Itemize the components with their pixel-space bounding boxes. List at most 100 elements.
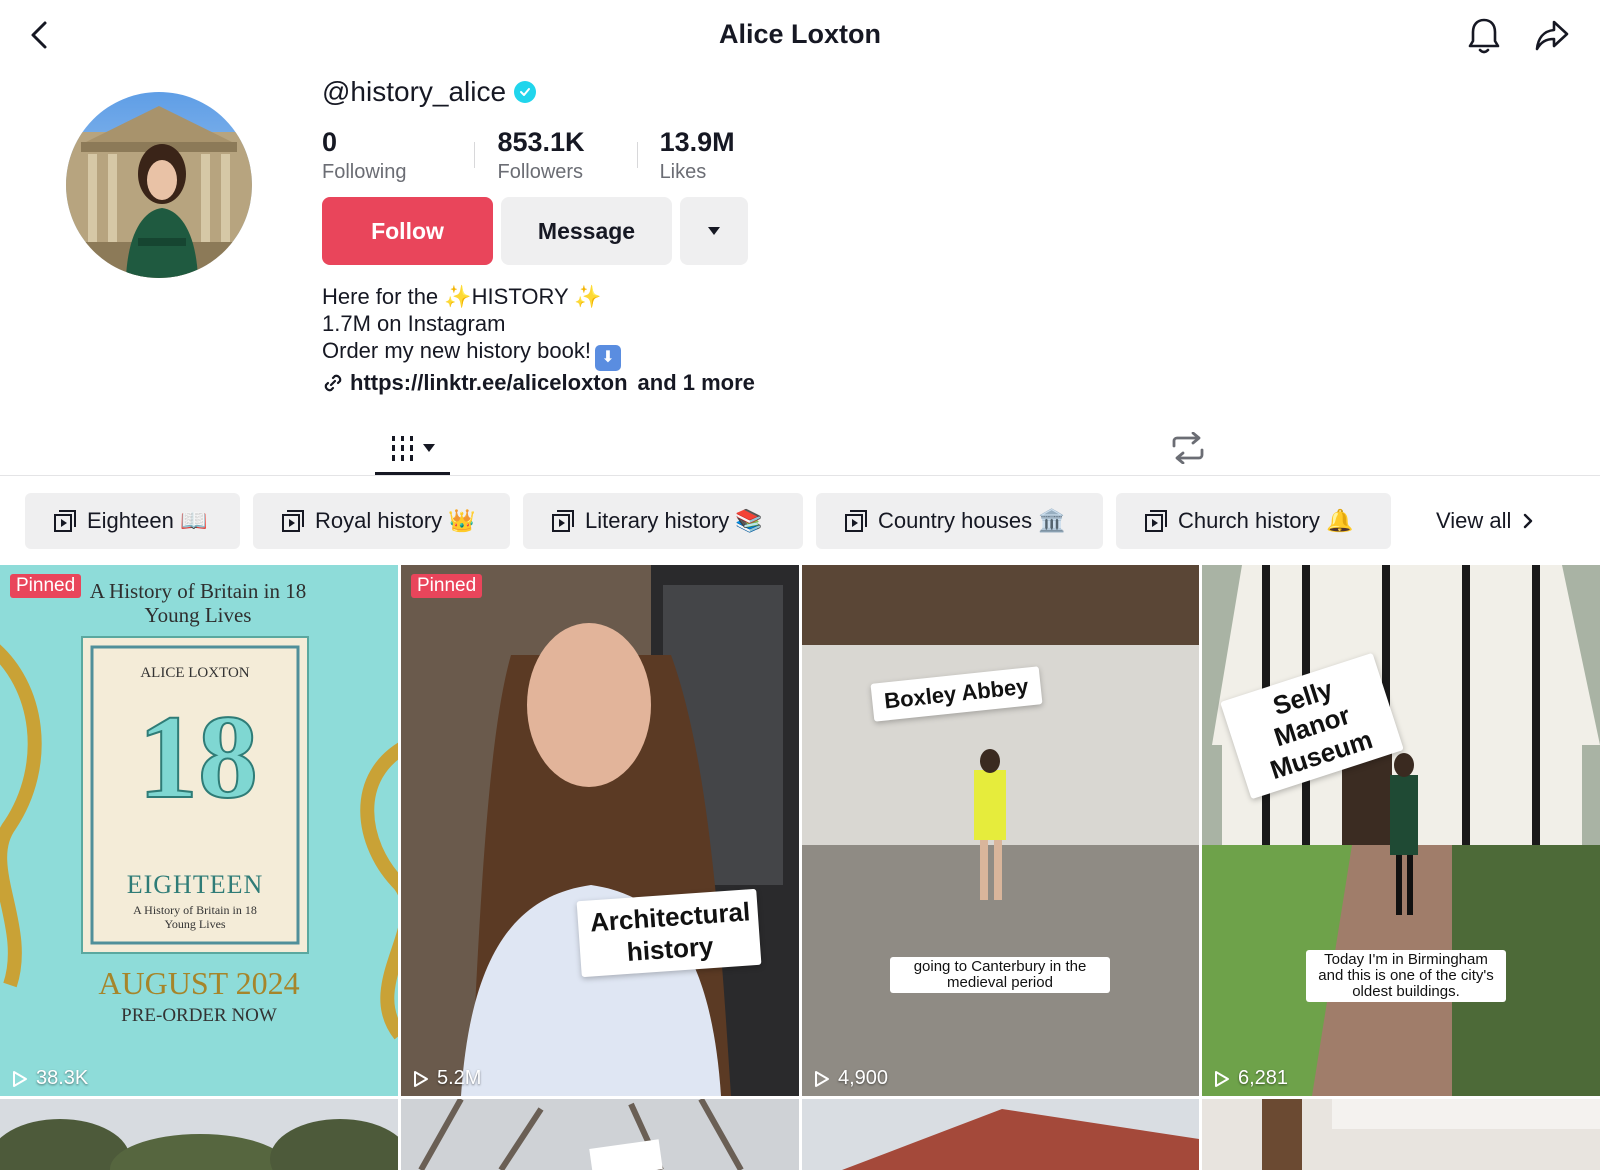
profile-actions: Follow Message [322, 197, 748, 265]
svg-text:18: 18 [138, 690, 258, 823]
video-overlay-title: A History of Britain in 18 Young Lives [89, 579, 307, 627]
avatar-photo [66, 92, 252, 278]
video-thumbnail [401, 565, 799, 1096]
video-tile[interactable] [401, 1099, 799, 1170]
playlist-chip[interactable]: Country houses 🏛️ [816, 493, 1103, 549]
likes-label: Likes [659, 161, 707, 183]
video-tile[interactable]: Boxley Abbey going to Canterbury in the … [802, 565, 1199, 1096]
view-count: 5.2M [413, 1067, 481, 1090]
share-button[interactable] [1532, 16, 1572, 56]
avatar[interactable] [66, 92, 252, 278]
share-arrow-icon [1535, 20, 1569, 51]
view-count: 6,281 [1214, 1067, 1288, 1090]
view-all-label: View all [1436, 508, 1512, 533]
bio-line: 1.7M on Instagram [322, 311, 506, 336]
video-thumbnail [1202, 1099, 1600, 1170]
video-thumbnail [401, 1099, 799, 1170]
video-tile[interactable]: Architectural history Pinned 5.2M [401, 565, 799, 1096]
book-subtitle: A History of Britain in 18 Young Lives [133, 903, 257, 931]
preorder-text: PRE-ORDER NOW [121, 1005, 277, 1026]
pinned-badge: Pinned [411, 574, 483, 598]
video-caption: going to Canterbury in the medieval peri… [890, 957, 1110, 993]
view-count-value: 6,281 [1238, 1067, 1289, 1089]
active-tab-indicator [375, 472, 450, 475]
playlist-chip[interactable]: Eighteen 📖 [25, 493, 240, 549]
pinned-badge: Pinned [10, 574, 82, 598]
bio-link[interactable]: https://linktr.ee/aliceloxton [350, 370, 628, 396]
username: @history_alice [322, 76, 507, 107]
play-icon [13, 1070, 27, 1087]
playlist-icon [53, 509, 77, 533]
tab-videos[interactable] [375, 420, 450, 476]
video-caption: Today I'm in Birmingham and this is one … [1306, 950, 1506, 1002]
view-all-playlists-button[interactable]: View all [1436, 493, 1533, 549]
username-row: @history_alice [322, 74, 537, 110]
message-button[interactable]: Message [501, 197, 672, 265]
playlist-chip-label: Country houses 🏛️ [878, 508, 1066, 533]
more-links[interactable]: and 1 more [638, 370, 755, 396]
playlist-chip[interactable]: Literary history 📚 [523, 493, 803, 549]
followers-count: 853.1K [497, 127, 585, 157]
bio-line: Here for the ✨HISTORY ✨ [322, 284, 602, 309]
top-bar: Alice Loxton [0, 0, 1600, 72]
book-title: EIGHTEEN [126, 870, 264, 899]
bio-link-row[interactable]: https://linktr.ee/aliceloxton and 1 more [322, 370, 755, 396]
caret-down-icon [422, 444, 435, 452]
stat-followers[interactable]: 853.1K Followers [497, 126, 584, 186]
tab-reposts[interactable] [1168, 420, 1208, 476]
view-count-value: 4,900 [838, 1067, 889, 1089]
stat-divider [474, 142, 476, 168]
grid-icon [391, 436, 413, 461]
video-tile[interactable] [0, 1099, 398, 1170]
playlist-icon [844, 509, 868, 533]
video-tile[interactable]: 18 A History of Britain in 18 Young Live… [0, 565, 398, 1096]
playlist-chip-label: Eighteen 📖 [87, 508, 208, 533]
profile-stats: 0 Following 853.1K Followers 13.9M Likes [322, 126, 735, 186]
stat-following[interactable]: 0 Following [322, 126, 406, 186]
stat-divider [636, 142, 638, 168]
playlist-icon [281, 509, 305, 533]
verified-badge-icon [514, 81, 537, 103]
following-label: Following [322, 161, 407, 183]
play-icon [815, 1070, 829, 1087]
video-thumbnail [1202, 565, 1600, 1096]
playlist-chip-label: Church history 🔔 [1178, 508, 1354, 533]
playlist-icon [551, 509, 575, 533]
following-count: 0 [322, 127, 338, 157]
page-title: Alice Loxton [718, 19, 881, 49]
content-tabs [0, 420, 1600, 476]
view-count: 38.3K [12, 1067, 88, 1090]
followers-label: Followers [497, 161, 584, 183]
release-date: AUGUST 2024 [98, 965, 300, 1001]
follow-button[interactable]: Follow [322, 197, 493, 265]
link-icon [324, 374, 342, 392]
video-tile[interactable] [1202, 1099, 1600, 1170]
stat-likes[interactable]: 13.9M Likes [660, 126, 735, 186]
bio-line-container: Order my new history book! ⬇ [322, 337, 621, 371]
notifications-button[interactable] [1464, 16, 1504, 56]
likes-count: 13.9M [659, 127, 735, 157]
play-icon [1215, 1070, 1229, 1087]
video-sticker: Architectural history [576, 888, 762, 978]
chevron-right-icon [1524, 513, 1533, 529]
playlist-chip-label: Literary history 📚 [585, 508, 763, 533]
video-tile[interactable] [802, 1099, 1199, 1170]
playlist-chip-label: Royal history 👑 [315, 508, 476, 533]
video-tile[interactable]: Selly Manor Museum Today I'm in Birmingh… [1202, 565, 1600, 1096]
playlist-chip[interactable]: Church history 🔔 [1116, 493, 1391, 549]
playlist-chip[interactable]: Royal history 👑 [253, 493, 510, 549]
bio-line: Order my new history book! [322, 338, 591, 363]
bio: Here for the ✨HISTORY ✨ 1.7M on Instagra… [322, 283, 621, 371]
repost-icon [1172, 432, 1204, 464]
book-author: ALICE LOXTON [140, 665, 250, 681]
more-options-button[interactable] [680, 197, 748, 265]
caret-down-icon [708, 227, 720, 235]
view-count-value: 5.2M [437, 1067, 482, 1089]
play-icon [414, 1070, 428, 1087]
view-count-value: 38.3K [36, 1067, 89, 1089]
bell-icon [1468, 18, 1500, 54]
down-arrow-icon: ⬇ [594, 344, 621, 371]
video-thumbnail [0, 1099, 398, 1170]
video-thumbnail [802, 1099, 1199, 1170]
view-count: 4,900 [814, 1067, 888, 1090]
